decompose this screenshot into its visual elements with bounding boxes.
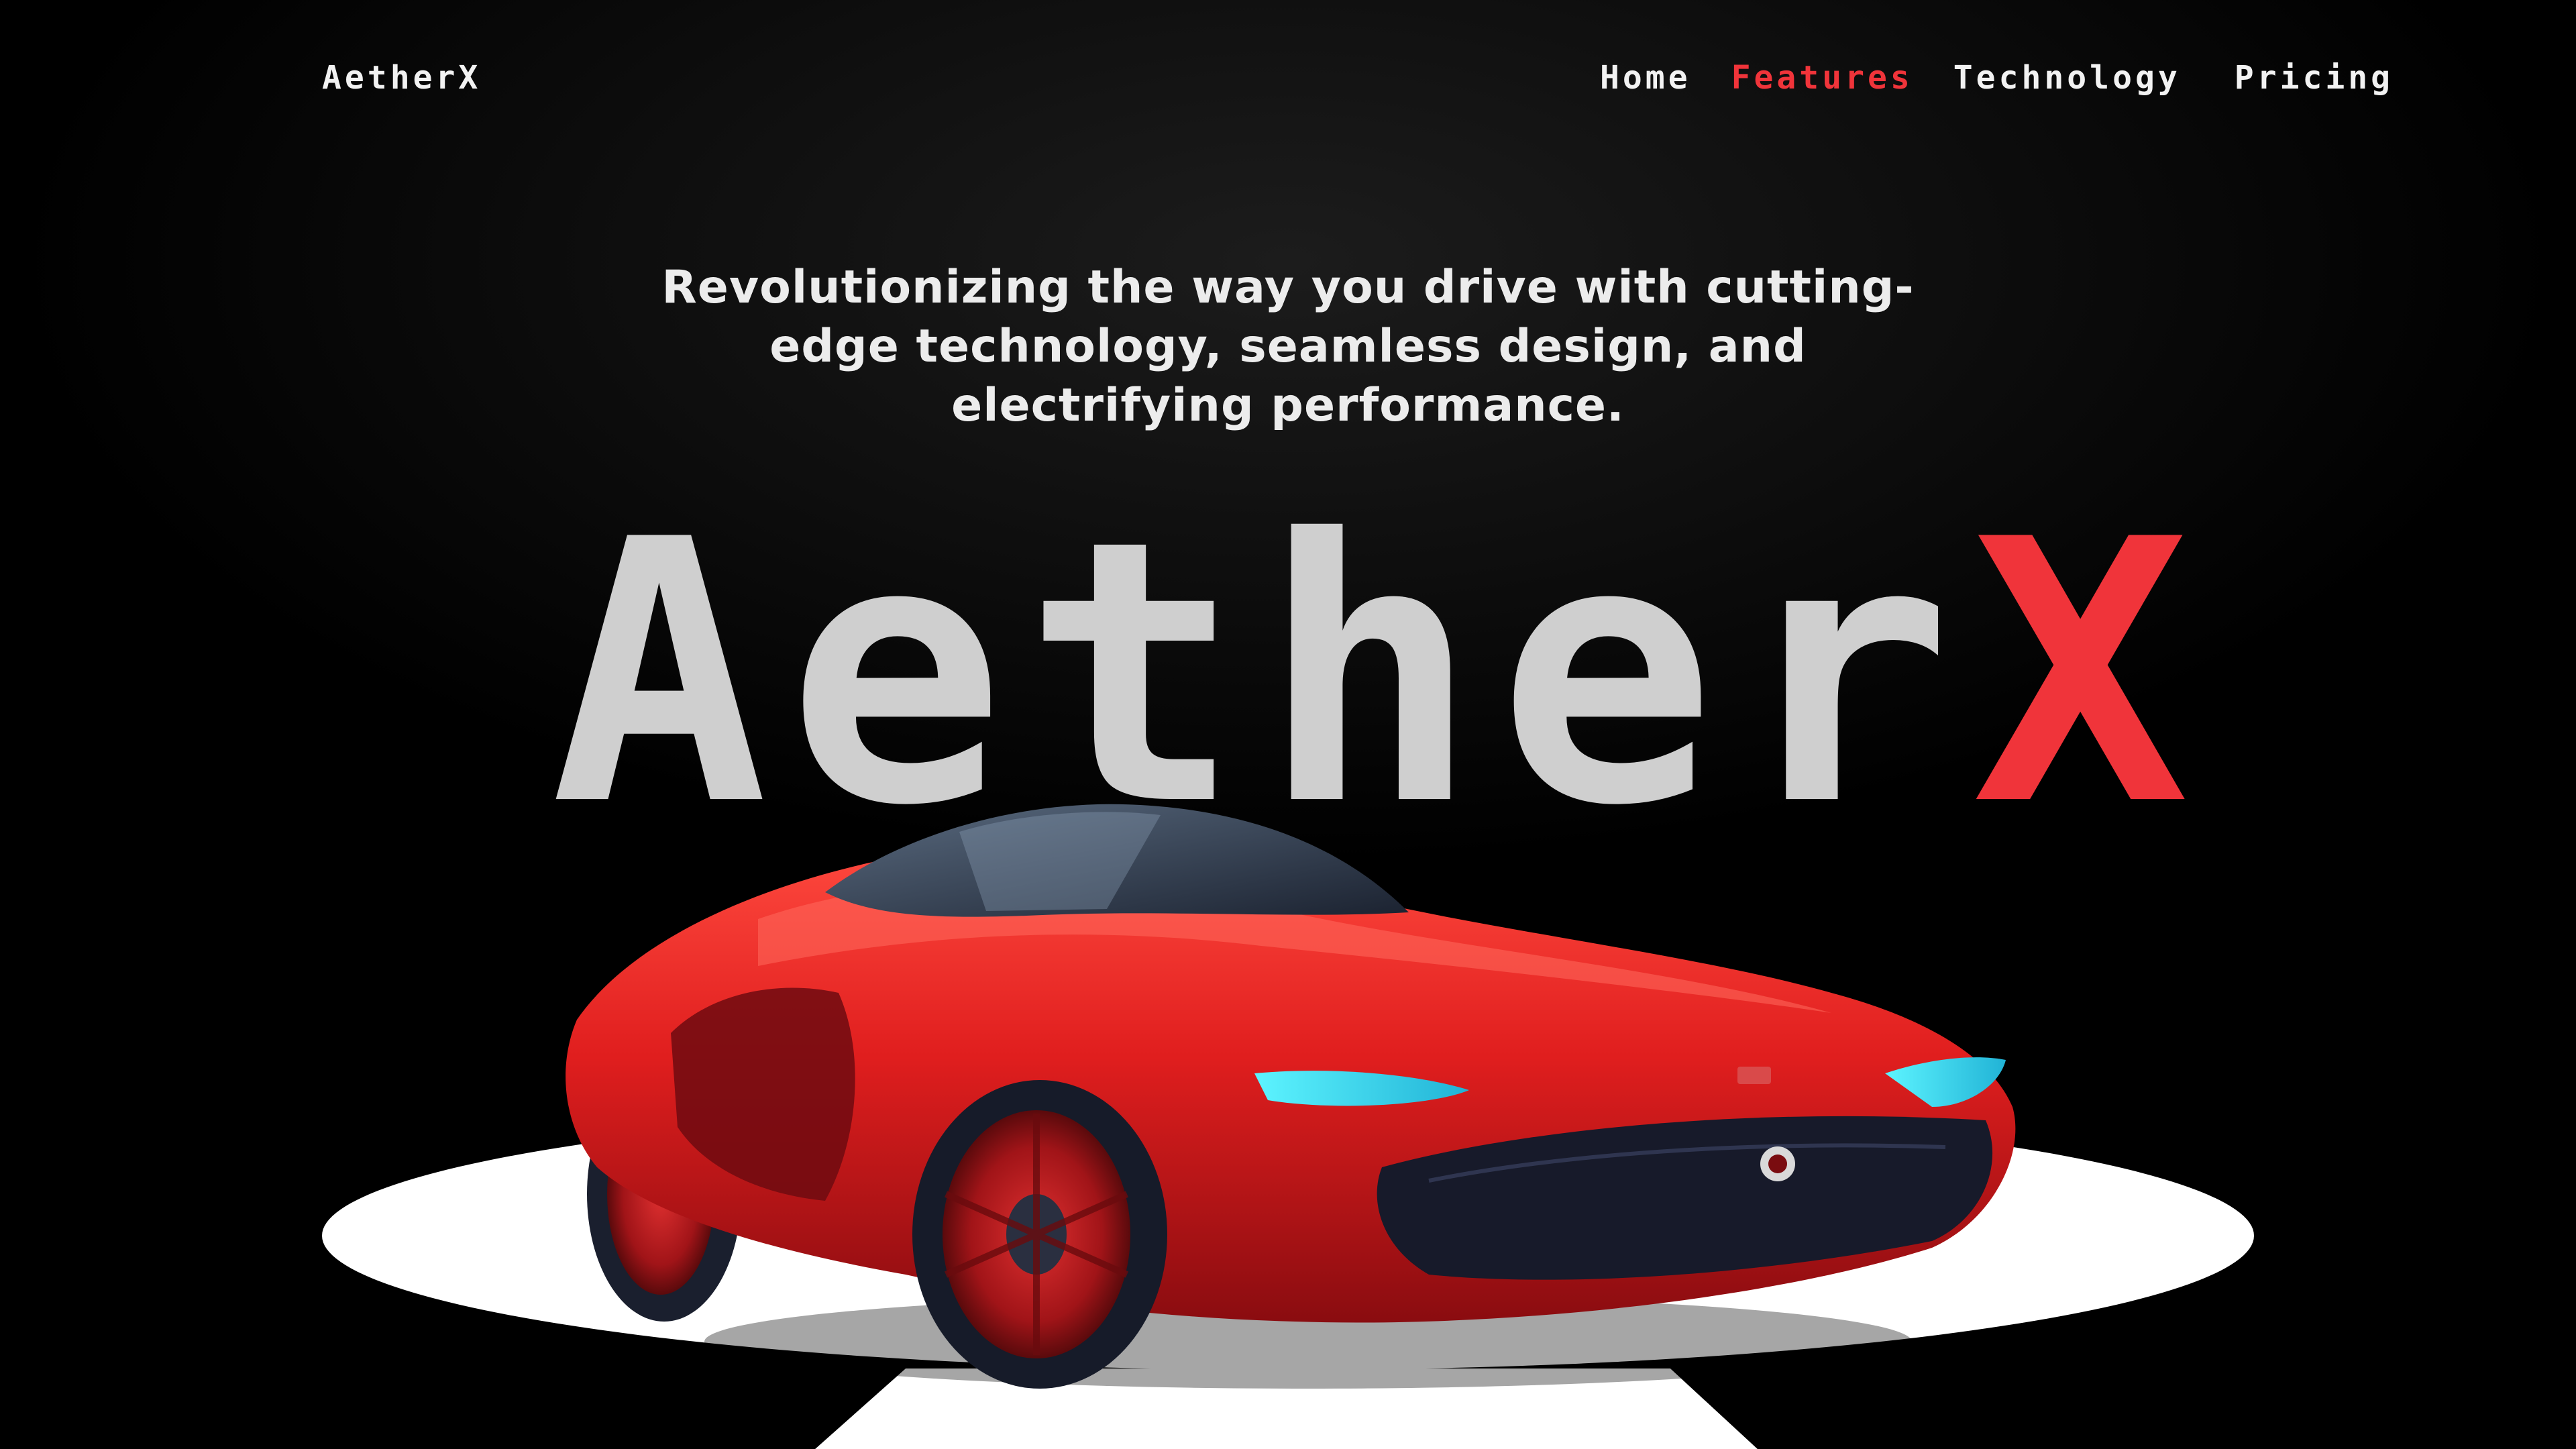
sports-car-image xyxy=(566,804,2016,1389)
